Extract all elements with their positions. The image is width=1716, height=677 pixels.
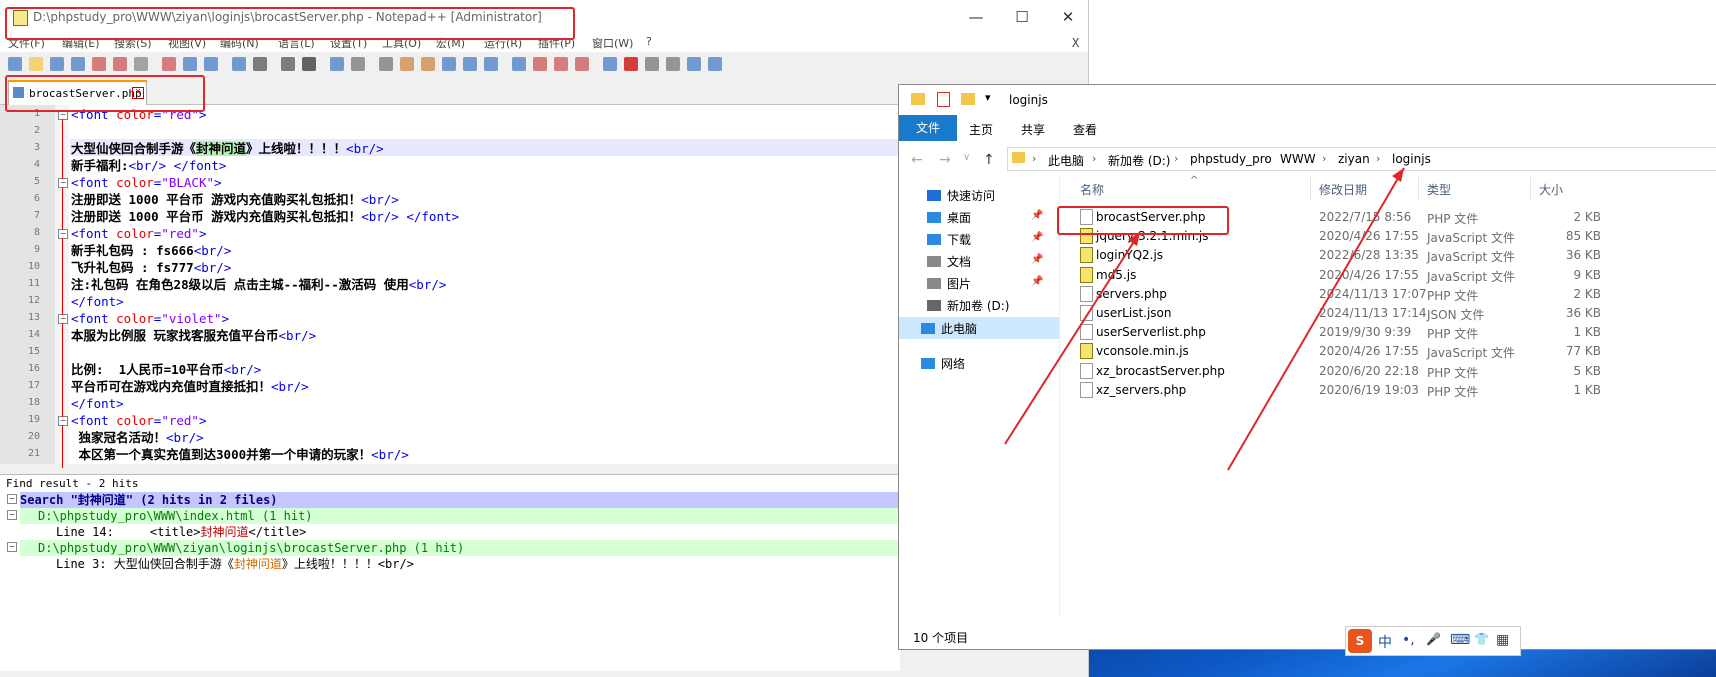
annotation-arrows — [1004, 167, 1405, 471]
annotation-arrowhead — [1128, 232, 1140, 246]
annotation-arrow — [1227, 167, 1405, 471]
annotation-arrowhead — [1392, 168, 1404, 182]
annotation-arrow — [1004, 231, 1141, 445]
